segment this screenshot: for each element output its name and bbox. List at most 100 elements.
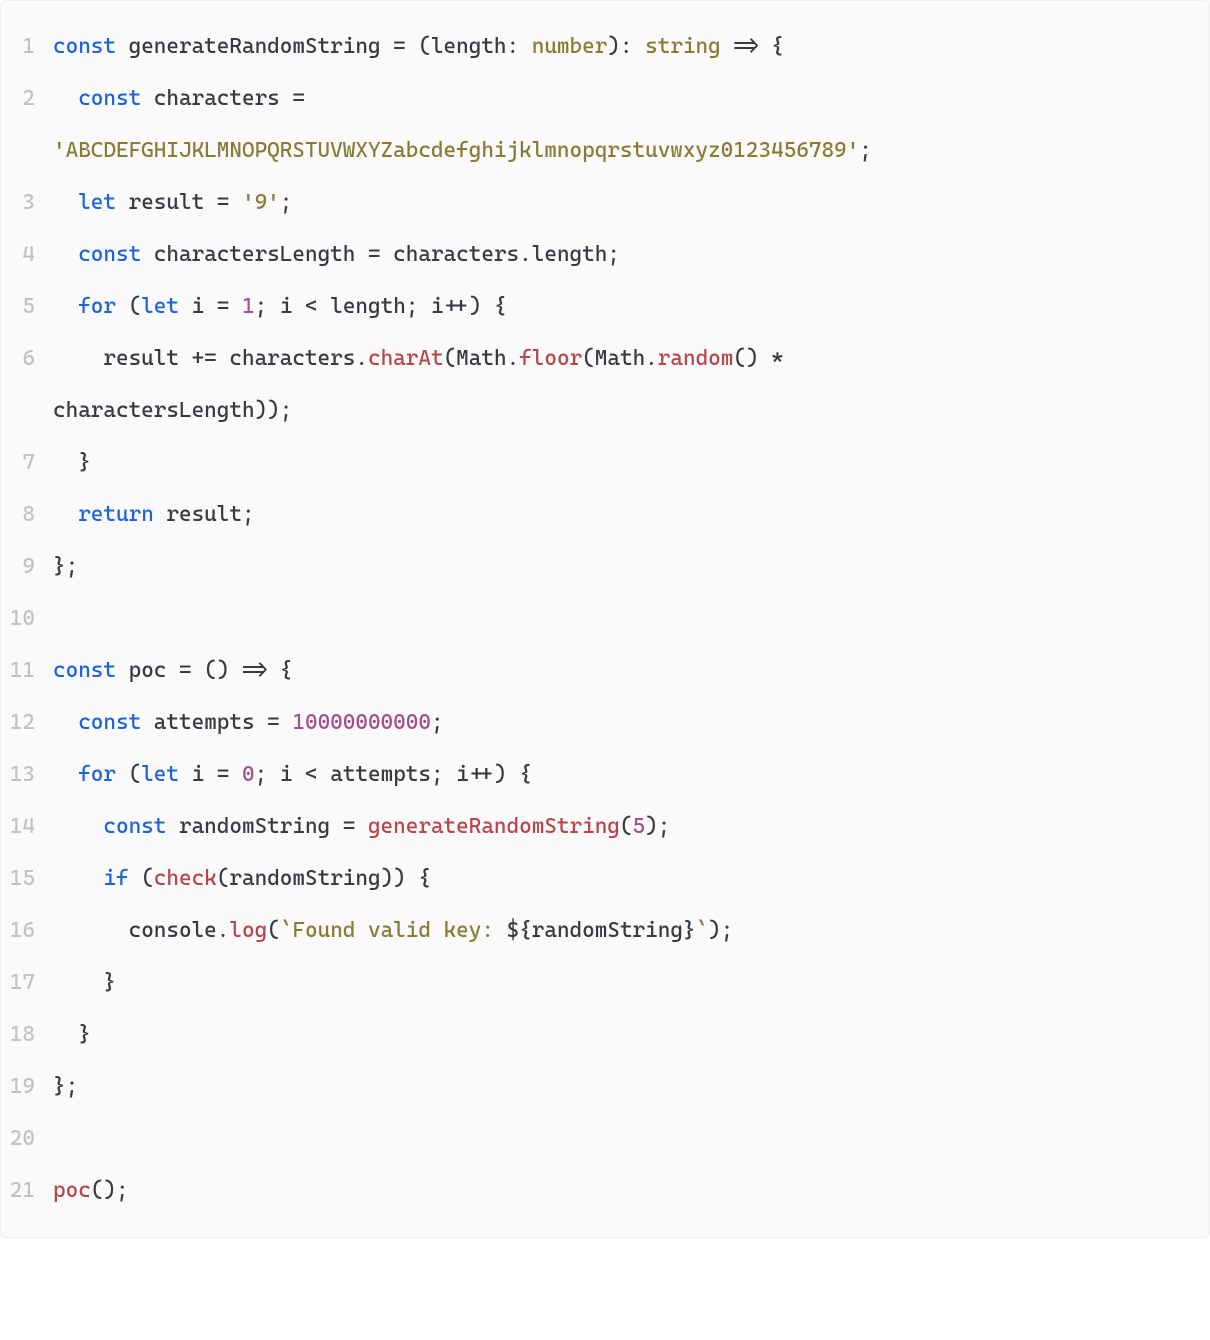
code-token: const [53, 34, 129, 59]
code-token: randomString [229, 866, 380, 891]
code-token: poc [53, 1178, 91, 1203]
code-token: if [103, 866, 141, 891]
code-token: ; [280, 190, 293, 215]
code-token: `Found valid key: [280, 918, 507, 943]
code-token: let [78, 190, 128, 215]
line-number: 7 [1, 437, 53, 489]
code-token: length [431, 34, 507, 59]
code-token: 1 [242, 294, 255, 319]
line-content: }; [53, 541, 1209, 593]
indent [53, 294, 78, 319]
code-token: 'ABCDEFGHIJKLMNOPQRSTUVWXYZabcdefghijklm… [53, 138, 859, 163]
code-token: ; [242, 502, 255, 527]
line-number: 18 [1, 1009, 53, 1061]
line-content: return result; [53, 489, 1209, 541]
code-token: ` [696, 918, 709, 943]
code-token: const [78, 710, 154, 735]
indent [53, 762, 78, 787]
code-token: console [129, 918, 217, 943]
indent [53, 710, 78, 735]
code-token: Math [456, 346, 506, 371]
code-token: floor [519, 346, 582, 371]
code-token: for [78, 762, 128, 787]
code-token: i [192, 762, 205, 787]
code-token: ${ [507, 918, 532, 943]
code-line: 10 [1, 593, 1209, 645]
line-number: 16 [1, 905, 53, 957]
code-token: ; [859, 138, 872, 163]
line-content: const generateRandomString = (length: nu… [53, 21, 1209, 73]
line-number: 6 [1, 333, 53, 385]
indent [53, 86, 78, 111]
code-token: += [179, 346, 229, 371]
code-token: . [519, 242, 532, 267]
code-token: } [78, 1022, 91, 1047]
code-token: Math [595, 346, 645, 371]
code-token: : [507, 34, 532, 59]
code-token: for [78, 294, 128, 319]
code-token: let [141, 294, 191, 319]
code-line: 17 } [1, 957, 1209, 1009]
code-token: ; [431, 762, 456, 787]
code-token: ( [582, 346, 595, 371]
code-line: 15 if (check(randomString)) { [1, 853, 1209, 905]
line-content: } [53, 1009, 1209, 1061]
code-token: ) { [494, 762, 532, 787]
code-token: . [355, 346, 368, 371]
line-content: }; [53, 1061, 1209, 1113]
line-number: 13 [1, 749, 53, 801]
code-token: i [456, 762, 469, 787]
code-token: characters [154, 86, 280, 111]
line-content: let result = '9'; [53, 177, 1209, 229]
code-token: < [292, 294, 330, 319]
code-token: ; [406, 294, 431, 319]
code-token: const [103, 814, 179, 839]
code-token: const [78, 86, 154, 111]
line-number: 11 [1, 645, 53, 697]
code-token: = [204, 762, 242, 787]
code-token: < [292, 762, 330, 787]
code-token: string [645, 34, 721, 59]
code-token: ++ [469, 762, 494, 787]
code-token: result [129, 190, 205, 215]
code-token: ; [431, 710, 444, 735]
code-token: '9' [242, 190, 280, 215]
indent [53, 242, 78, 267]
code-token: . [507, 346, 520, 371]
line-content: poc(); [53, 1165, 1209, 1217]
code-token: = [204, 190, 242, 215]
code-token: characters [393, 242, 519, 267]
code-line: 4 const charactersLength = characters.le… [1, 229, 1209, 281]
line-content: for (let i = 1; i < length; i++) { [53, 281, 1209, 333]
code-token: 0 [242, 762, 255, 787]
code-token: ( [267, 918, 280, 943]
code-token: ( [444, 346, 457, 371]
code-token: } [683, 918, 696, 943]
code-token: ) { [469, 294, 507, 319]
code-line: 2 const characters ='ABCDEFGHIJKLMNOPQRS… [1, 73, 1209, 177]
code-token: i [431, 294, 444, 319]
code-line: 1const generateRandomString = (length: n… [1, 21, 1209, 73]
code-line: 13 for (let i = 0; i < attempts; i++) { [1, 749, 1209, 801]
line-content: const randomString = generateRandomStrin… [53, 801, 1209, 853]
line-number: 14 [1, 801, 53, 853]
code-block: 1 const generateRandomString = (length: n… [0, 0, 1210, 1238]
code-token: result [166, 502, 242, 527]
line-number: 21 [1, 1165, 53, 1217]
code-token: ( [620, 814, 633, 839]
line-content: console.log(`Found valid key: ${randomSt… [53, 905, 1209, 957]
indent [53, 814, 103, 839]
code-token: log [229, 918, 267, 943]
code-token: let [141, 762, 191, 787]
indent [53, 346, 103, 371]
code-token: result [103, 346, 179, 371]
code-line: 19}; [1, 1061, 1209, 1113]
code-token: number [532, 34, 608, 59]
code-token: () * [733, 346, 796, 371]
code-line: 18 } [1, 1009, 1209, 1061]
code-token: ); [708, 918, 733, 943]
code-token: )); [255, 398, 293, 423]
code-token: = ( [381, 34, 431, 59]
code-token: ; [607, 242, 620, 267]
line-content: result += characters.charAt(Math.floor(M… [53, 333, 1209, 437]
